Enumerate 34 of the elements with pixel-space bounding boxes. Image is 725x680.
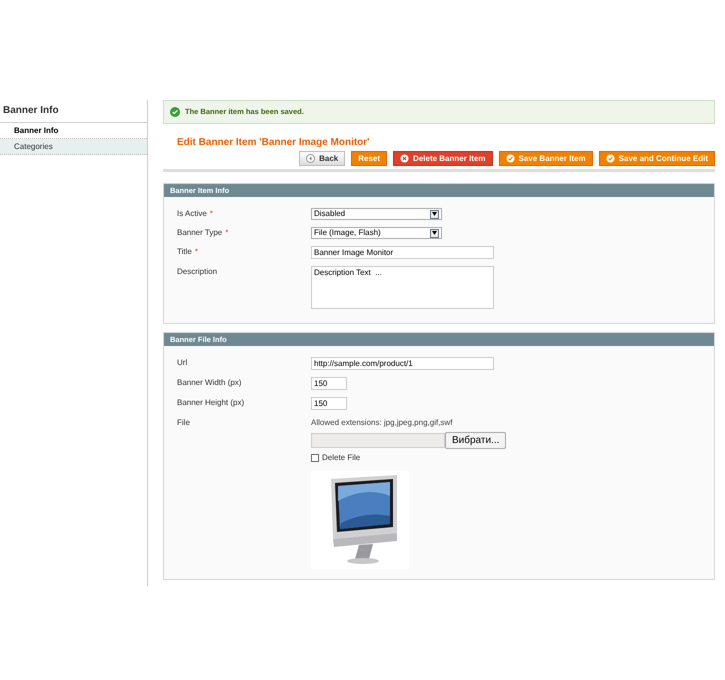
- dropdown-arrow-icon: [430, 210, 439, 218]
- dropdown-arrow-icon: [430, 228, 439, 238]
- required-mark: *: [225, 227, 228, 239]
- check-icon: [170, 107, 180, 117]
- required-mark: *: [194, 246, 198, 258]
- page-title: Edit Banner Item 'Banner Image Monitor': [177, 136, 371, 150]
- close-icon: [400, 154, 410, 163]
- delete-file-label: Delete File: [322, 452, 360, 464]
- field-label: Is Active: [177, 208, 207, 220]
- field-label: Title: [177, 246, 192, 258]
- description-field[interactable]: Description Text ...: [311, 266, 494, 309]
- allowed-extensions-note: Allowed extensions: jpg,jpeg,png,gif,swf: [311, 417, 454, 429]
- file-name-field[interactable]: [311, 433, 445, 448]
- text-field[interactable]: Banner Image Monitor: [311, 246, 494, 259]
- required-mark: *: [210, 208, 213, 220]
- text-field[interactable]: 150: [311, 397, 347, 410]
- field-label: Url: [177, 357, 188, 369]
- delete-file-checkbox[interactable]: [311, 454, 319, 462]
- delete-button[interactable]: Delete Banner Item: [393, 151, 493, 166]
- text-field[interactable]: 150: [311, 377, 347, 390]
- field-label: Description: [177, 266, 218, 278]
- field-label: Banner Width (px): [177, 377, 242, 389]
- check-icon: [606, 154, 615, 163]
- sidebar-tab[interactable]: Categories: [0, 139, 147, 155]
- field-label: File: [177, 417, 190, 429]
- back-icon: [306, 154, 316, 163]
- check-icon: [506, 154, 515, 163]
- select-field[interactable]: File (Image, Flash): [311, 227, 442, 239]
- text-field[interactable]: http://sample.com/product/1: [311, 357, 494, 370]
- back-button[interactable]: Back: [299, 151, 346, 166]
- field-label: Banner Height (px): [177, 397, 244, 409]
- field-label: Banner Type: [177, 227, 222, 239]
- select-field[interactable]: Disabled: [311, 208, 442, 220]
- browse-button[interactable]: Вибрати...: [445, 432, 506, 449]
